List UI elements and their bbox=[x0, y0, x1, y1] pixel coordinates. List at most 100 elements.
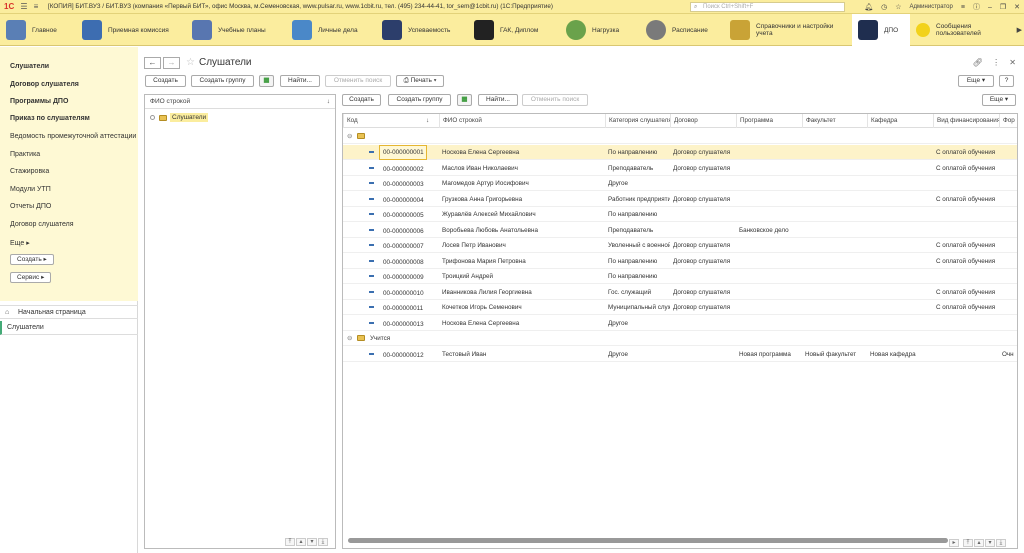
back-button[interactable]: ← bbox=[144, 56, 161, 69]
settings-menu-icon[interactable]: ≡ bbox=[957, 4, 969, 11]
column-header[interactable]: Программа bbox=[736, 114, 802, 128]
tree-column-header[interactable]: ФИО строкой ↓ bbox=[145, 95, 335, 109]
scroll-right-icon[interactable]: ▶ bbox=[1017, 26, 1022, 34]
open-window-listeners[interactable]: Слушатели bbox=[0, 321, 138, 335]
table-row[interactable]: 00-000000008 Трифонова Мария Петровна По н… bbox=[343, 254, 1017, 269]
find-button[interactable]: Найти... bbox=[280, 75, 320, 87]
section-references[interactable]: Справочники и настройки учета bbox=[724, 14, 852, 46]
more-actions-button[interactable]: Еще ▾ bbox=[958, 75, 994, 87]
grid-create-group-button[interactable]: Создать группу bbox=[388, 94, 451, 106]
restore-icon[interactable]: ❐ bbox=[996, 3, 1010, 11]
global-search-input[interactable]: ⌕ Поиск Ctrl+Shift+F bbox=[690, 2, 845, 12]
info-icon[interactable]: ⓘ bbox=[969, 2, 984, 12]
nav-item-internship[interactable]: Стажировка bbox=[10, 168, 49, 175]
table-row[interactable]: 00-000000009 Троицкий Андрей По направлени… bbox=[343, 269, 1017, 284]
table-row[interactable]: 00-000000010 Иванникова Лилия Георгиевна Г… bbox=[343, 285, 1017, 300]
forward-button[interactable]: → bbox=[163, 56, 180, 69]
nav-item-listeners[interactable]: Слушатели bbox=[10, 63, 49, 70]
cancel-search-button[interactable]: Отменить поиск bbox=[325, 75, 391, 87]
grid-find-button[interactable]: Найти... bbox=[478, 94, 518, 106]
table-row[interactable]: 00-000000004 Грузкова Анна Григорьевна Раб… bbox=[343, 192, 1017, 207]
section-personal-files[interactable]: Личные дела bbox=[286, 14, 376, 46]
service-menu-button[interactable]: Сервис ▸ bbox=[10, 272, 52, 283]
table-row[interactable]: 00-000000006 Воробьева Любовь Анатольевна… bbox=[343, 223, 1017, 238]
home-page-link[interactable]: ⌂ Начальная страница bbox=[0, 305, 138, 319]
section-diploma[interactable]: ГАК, Диплом bbox=[468, 14, 560, 46]
history-icon[interactable]: ◷ bbox=[877, 3, 891, 11]
scroll-up-icon[interactable]: ▴ bbox=[974, 539, 984, 547]
create-group-button[interactable]: Создать группу bbox=[191, 75, 254, 87]
section-main[interactable]: Главное bbox=[0, 14, 76, 46]
listeners-table[interactable]: Код ↓ ФИО строкой Категория слушателя Догово… bbox=[342, 113, 1018, 549]
user-name[interactable]: Администратор bbox=[906, 4, 957, 10]
excel-export-icon[interactable]: ▦ bbox=[259, 75, 274, 87]
table-row[interactable]: 00-000000001 Носкова Елена Сергеевна По на… bbox=[343, 145, 1017, 160]
column-header[interactable]: Категория слушателя bbox=[605, 114, 670, 128]
folder-icon bbox=[159, 114, 167, 121]
scroll-bottom-icon[interactable]: ⤓ bbox=[996, 539, 1006, 547]
column-header[interactable]: Фор bbox=[999, 114, 1017, 128]
table-row[interactable]: 00-000000003 Магомедов Артур Иосифович Дру… bbox=[343, 176, 1017, 191]
table-row[interactable]: 00-000000011 Кочетков Игорь Семенович Муни… bbox=[343, 300, 1017, 315]
grid-more-button[interactable]: Еще ▾ bbox=[982, 94, 1016, 106]
help-button[interactable]: ? bbox=[999, 75, 1014, 87]
column-header[interactable]: Факультет bbox=[802, 114, 867, 128]
bell-icon[interactable]: 🔔︎ bbox=[860, 3, 877, 11]
nav-item-listener-orders[interactable]: Приказ по слушателям bbox=[10, 115, 90, 122]
nav-item-attestation-sheet[interactable]: Ведомость промежуточной аттестации bbox=[10, 133, 136, 140]
menu-icon[interactable]: ☰ bbox=[18, 2, 30, 11]
group-row[interactable]: ⊖ bbox=[343, 129, 1017, 144]
scroll-down-icon[interactable]: ▾ bbox=[307, 538, 317, 546]
groups-tree[interactable]: ФИО строкой ↓ Слушатели ⤒ ▴ ▾ ⤓ bbox=[144, 94, 336, 549]
create-button[interactable]: Создать bbox=[145, 75, 186, 87]
grid-excel-export-icon[interactable]: ▦ bbox=[457, 94, 472, 106]
column-header[interactable]: ФИО строкой bbox=[439, 114, 605, 128]
scroll-top-icon[interactable]: ⤒ bbox=[285, 538, 295, 546]
column-header[interactable]: Вид финансирования bbox=[933, 114, 999, 128]
main-menu-icon[interactable]: ≡ bbox=[30, 2, 42, 11]
section-messages[interactable]: Сообщения пользователей bbox=[910, 14, 1000, 46]
scroll-up-icon[interactable]: ▴ bbox=[296, 538, 306, 546]
group-row[interactable]: ⊖ Учится bbox=[343, 331, 1017, 346]
tree-root-item[interactable]: Слушатели bbox=[150, 113, 209, 122]
section-dpo[interactable]: ДПО bbox=[852, 14, 910, 46]
grid-cancel-search-button[interactable]: Отменить поиск bbox=[522, 94, 588, 106]
nav-item-contract[interactable]: Договор слушателя bbox=[10, 221, 73, 228]
section-admission[interactable]: Приемная комиссия bbox=[76, 14, 186, 46]
section-workload[interactable]: Нагрузка bbox=[560, 14, 640, 46]
table-row[interactable]: 00-000000005 Журавлёв Алексей Михайлович П… bbox=[343, 207, 1017, 222]
link-icon[interactable]: 🔗︎ bbox=[973, 58, 983, 67]
scroll-right-icon[interactable]: ▸ bbox=[949, 539, 959, 547]
scroll-top-icon[interactable]: ⤒ bbox=[963, 539, 973, 547]
more-vertical-icon[interactable]: ⋮ bbox=[992, 58, 1000, 67]
close-form-icon[interactable]: ✕ bbox=[1009, 58, 1016, 67]
column-header[interactable]: Договор bbox=[670, 114, 736, 128]
star-icon[interactable]: ☆ bbox=[891, 3, 905, 11]
nav-item-dpo-programs[interactable]: Программы ДПО bbox=[10, 98, 68, 105]
scroll-bottom-icon[interactable]: ⤓ bbox=[318, 538, 328, 546]
nav-item-listener-contract[interactable]: Договор слушателя bbox=[10, 81, 79, 88]
minimize-icon[interactable]: – bbox=[984, 4, 996, 11]
favorite-star-icon[interactable]: ☆ bbox=[186, 57, 195, 68]
section-schedule[interactable]: Расписание bbox=[640, 14, 724, 46]
section-performance[interactable]: Успеваемость bbox=[376, 14, 468, 46]
grid-create-button[interactable]: Создать bbox=[342, 94, 381, 106]
nav-item-dpo-reports[interactable]: Отчеты ДПО bbox=[10, 203, 51, 210]
section-curricula[interactable]: Учебные планы bbox=[186, 14, 286, 46]
table-row[interactable]: 00-000000002 Маслов Иван Николаевич Препод… bbox=[343, 161, 1017, 176]
column-header[interactable]: Код ↓ bbox=[343, 114, 439, 128]
column-header[interactable]: Кафедра bbox=[867, 114, 933, 128]
nav-item-more[interactable]: Еще ▸ bbox=[10, 239, 30, 247]
scroll-down-icon[interactable]: ▾ bbox=[985, 539, 995, 547]
nav-item-practice[interactable]: Практика bbox=[10, 151, 40, 158]
close-icon[interactable]: ✕ bbox=[1010, 3, 1024, 11]
table-row[interactable]: 00-000000012 Тестовый Иван Другое Новая про… bbox=[343, 347, 1017, 362]
print-button[interactable]: ⎙ Печать ▾ bbox=[396, 75, 444, 87]
table-row[interactable]: 00-000000007 Лосев Петр Иванович Уволенный… bbox=[343, 238, 1017, 253]
nav-item-utp-modules[interactable]: Модули УТП bbox=[10, 186, 51, 193]
create-menu-button[interactable]: Создать ▸ bbox=[10, 254, 54, 265]
horizontal-scrollbar[interactable] bbox=[348, 538, 948, 543]
table-cell: Магомедов Артур Иосифович bbox=[442, 180, 529, 187]
building-icon bbox=[82, 20, 102, 40]
table-row[interactable]: 00-000000013 Носкова Елена Сергеевна Друго… bbox=[343, 316, 1017, 331]
